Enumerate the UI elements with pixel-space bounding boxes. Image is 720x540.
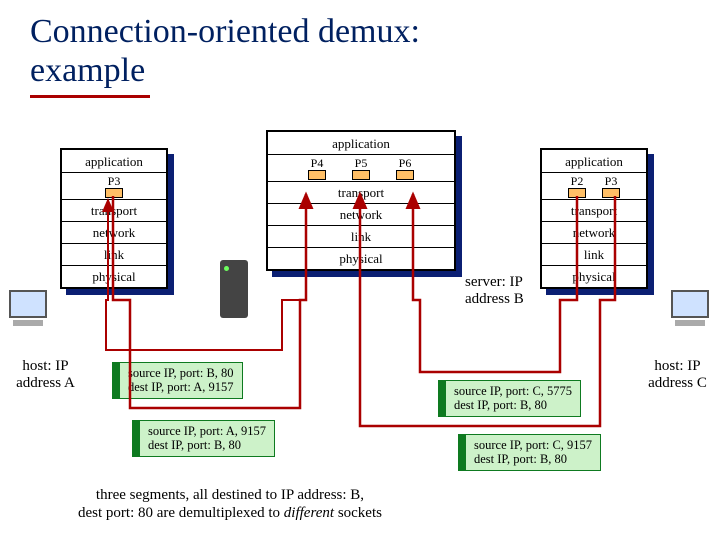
layer-network: network: [268, 203, 454, 225]
host-a-stack: application P3 transport network link ph…: [60, 148, 168, 289]
host-c-label: host: IP address C: [640, 358, 715, 393]
layer-link: link: [62, 243, 166, 265]
slide-title: Connection-oriented demux: example: [30, 12, 670, 90]
socket-icon: [602, 188, 620, 198]
packet-b-to-a: source IP, port: B, 80 dest IP, port: A,…: [112, 362, 243, 399]
socket-icon: [105, 188, 123, 198]
server-b-icon: [220, 260, 248, 318]
socket-icon: [396, 170, 414, 180]
layer-physical: physical: [62, 265, 166, 287]
slide-root: Connection-oriented demux: example appli…: [0, 0, 720, 540]
proc-p3-a: P3: [102, 175, 126, 198]
title-line-1: Connection-oriented demux:: [30, 13, 420, 50]
layer-transport: transport: [62, 199, 166, 221]
server-b-stack: application P4 P5 P6 transport network l…: [266, 130, 456, 271]
layer-transport: transport: [268, 181, 454, 203]
packet-c-to-b-2: source IP, port: C, 9157 dest IP, port: …: [458, 434, 601, 471]
host-a-label: host: IP address A: [8, 358, 83, 393]
socket-icon: [568, 188, 586, 198]
socket-icon: [308, 170, 326, 180]
packet-a-to-b: source IP, port: A, 9157 dest IP, port: …: [132, 420, 275, 457]
layer-application: application: [62, 150, 166, 172]
layer-network: network: [62, 221, 166, 243]
layer-physical: physical: [268, 247, 454, 269]
title-line-2: example: [30, 52, 145, 89]
proc-p5: P5: [349, 157, 373, 180]
socket-icon: [352, 170, 370, 180]
layer-physical: physical: [542, 265, 646, 287]
layer-transport: transport: [542, 199, 646, 221]
host-c-computer-icon: [668, 290, 712, 330]
title-underline: [30, 95, 150, 98]
packet-c-to-b-1: source IP, port: C, 5775 dest IP, port: …: [438, 380, 581, 417]
layer-link: link: [542, 243, 646, 265]
layer-link: link: [268, 225, 454, 247]
proc-p2: P2: [565, 175, 589, 198]
layer-application: application: [268, 132, 454, 154]
host-a-process-row: P3: [62, 172, 166, 199]
demux-caption: three segments, all destined to IP addre…: [40, 486, 420, 522]
server-b-label: server: IP address B: [465, 274, 545, 309]
proc-p4: P4: [305, 157, 329, 180]
host-c-stack: application P2 P3 transport network link…: [540, 148, 648, 289]
host-a-computer-icon: [6, 290, 50, 330]
layer-network: network: [542, 221, 646, 243]
proc-p6: P6: [393, 157, 417, 180]
proc-p3-c: P3: [599, 175, 623, 198]
server-b-process-row: P4 P5 P6: [268, 154, 454, 181]
host-c-process-row: P2 P3: [542, 172, 646, 199]
layer-application: application: [565, 154, 623, 169]
